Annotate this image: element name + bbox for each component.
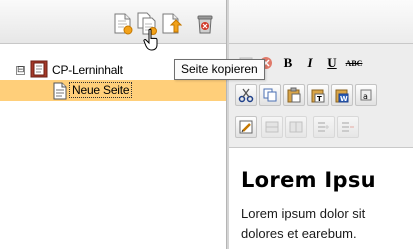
delete-page-button[interactable] xyxy=(195,12,217,36)
editor-pane: B I U ABC T W a Lorem Ipsu Lorem ipsum d… xyxy=(229,0,413,249)
paste-word-icon: W xyxy=(335,89,349,103)
strikethrough-button[interactable]: ABC xyxy=(343,52,365,74)
paste-text-icon: T xyxy=(311,89,325,103)
new-page-button[interactable] xyxy=(112,12,134,36)
find-replace-icon: a xyxy=(360,89,372,101)
content-line-1: Lorem ipsum dolor sit xyxy=(241,206,366,221)
insert-row-icon xyxy=(318,122,329,132)
cut-button[interactable] xyxy=(235,84,257,106)
structure-pane: ⊟ CP-Lerninhalt Neue Seite xyxy=(0,0,226,249)
table-button[interactable] xyxy=(261,116,283,138)
italic-button[interactable]: I xyxy=(299,52,321,74)
bold-button[interactable]: B xyxy=(277,52,299,74)
editor-header xyxy=(229,0,413,44)
copy-button[interactable] xyxy=(259,84,281,106)
svg-text:W: W xyxy=(340,95,348,103)
copy-icon xyxy=(263,88,277,102)
insert-row-button[interactable] xyxy=(313,116,335,138)
scissors-icon xyxy=(238,88,254,103)
content-heading: Lorem Ipsu xyxy=(241,168,376,192)
underline-button[interactable]: U xyxy=(321,52,343,74)
tree-item-selected[interactable]: Neue Seite xyxy=(0,80,226,101)
paste-word-button[interactable]: W xyxy=(331,84,353,106)
paste-icon xyxy=(287,87,301,103)
move-page-button[interactable] xyxy=(160,12,183,36)
table-icon xyxy=(265,121,279,133)
edit-source-button[interactable] xyxy=(235,116,257,138)
book-icon xyxy=(30,60,48,81)
move-page-icon xyxy=(162,13,183,34)
paste-text-button[interactable]: T xyxy=(307,84,329,106)
tree-item-label: Neue Seite xyxy=(68,82,133,98)
tree-root-label[interactable]: CP-Lerninhalt xyxy=(52,63,123,77)
table-props-button[interactable] xyxy=(285,116,307,138)
table-properties-icon xyxy=(289,121,303,133)
delete-row-button[interactable] xyxy=(337,116,359,138)
tooltip: Seite kopieren xyxy=(174,59,265,80)
pencil-icon xyxy=(239,120,253,134)
page-toolbar xyxy=(0,0,226,44)
svg-text:a: a xyxy=(363,92,368,101)
new-page-icon xyxy=(114,13,133,35)
svg-text:T: T xyxy=(317,95,322,103)
editor-content[interactable]: Lorem Ipsu Lorem ipsum dolor sit dolores… xyxy=(229,148,413,249)
hand-cursor-icon xyxy=(143,28,163,52)
paste-button[interactable] xyxy=(283,84,305,106)
delete-row-icon xyxy=(342,122,354,132)
collapse-toggle[interactable]: ⊟ xyxy=(16,66,25,75)
content-line-2: dolores et earebum. xyxy=(241,226,357,241)
page-icon xyxy=(52,82,68,103)
find-replace-button[interactable]: a xyxy=(355,84,377,106)
trash-icon xyxy=(197,15,213,34)
